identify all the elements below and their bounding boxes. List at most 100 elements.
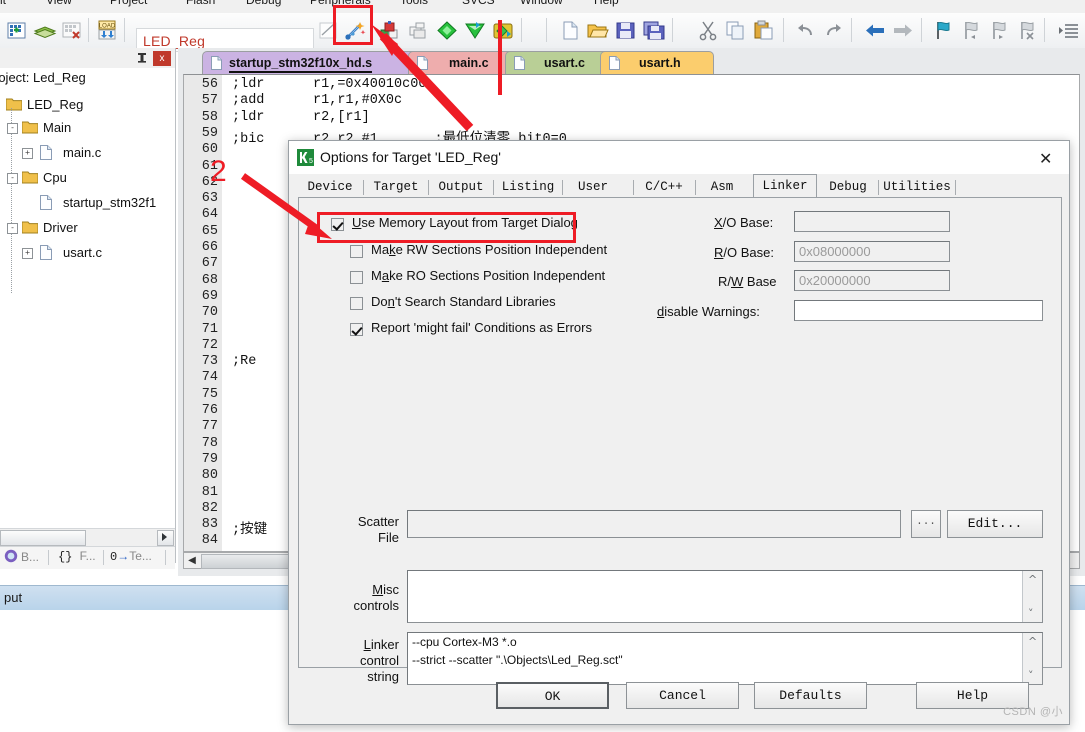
toolbar-undo-icon[interactable] — [793, 18, 819, 43]
toolbar-open-file-icon[interactable] — [585, 18, 611, 43]
chevron-down-icon[interactable]: ˅ — [1028, 607, 1034, 620]
menu-item-svcs[interactable]: SVCS — [462, 0, 495, 7]
toolbar-cut-icon[interactable] — [695, 18, 721, 43]
ro-base-input[interactable]: 0x08000000 — [794, 241, 950, 262]
tab-linker[interactable]: Linker — [753, 174, 817, 198]
menu-item-tools[interactable]: Tools — [400, 0, 428, 7]
toolbar-paste-icon[interactable] — [751, 18, 777, 43]
scatter-file-browse-button[interactable]: ... — [911, 510, 941, 538]
cancel-button[interactable]: Cancel — [626, 682, 739, 709]
tab-listing[interactable]: Listing — [495, 177, 561, 198]
tree-item-label: usart.c — [63, 245, 103, 260]
project-books-icon — [4, 549, 19, 564]
menu-item-it[interactable]: it — [0, 0, 6, 7]
checkbox-report-might-fail[interactable] — [350, 323, 363, 336]
tab-label: Device — [307, 180, 353, 194]
tree-expander[interactable]: + — [22, 248, 33, 259]
tab-asm[interactable]: Asm — [697, 177, 747, 198]
misc-controls-scrollbar[interactable]: ^ ˅ — [1022, 571, 1042, 622]
tab-target[interactable]: Target — [365, 177, 427, 198]
menu-bar[interactable]: it View Project Flash Debug Peripherals Tools S… — [0, 0, 1085, 13]
tree-expander[interactable]: + — [22, 148, 33, 159]
pin-icon[interactable] — [135, 51, 149, 65]
tab-c-cpp[interactable]: C/C++ — [635, 177, 693, 198]
toolbar-save-all-icon[interactable] — [641, 18, 667, 43]
dialog-titlebar[interactable]: 5 Options for Target 'LED_Reg' ✕ — [289, 141, 1069, 174]
checkbox-make-rw-position-independent[interactable] — [350, 245, 363, 258]
tab-label: Utilities — [883, 180, 951, 194]
toolbar-remove-target-icon[interactable] — [59, 18, 85, 43]
toolbar-forward-icon[interactable] — [890, 18, 916, 43]
toolbar-rebuild-icon[interactable] — [406, 18, 432, 43]
menu-item-window[interactable]: Window — [520, 0, 563, 7]
tab-utilities[interactable]: Utilities — [880, 177, 954, 198]
tab-debug[interactable]: Debug — [819, 177, 877, 198]
project-panel-tabstrip[interactable]: B... {} F... 0→Te... — [0, 546, 175, 569]
project-panel-close-button[interactable]: x — [153, 51, 171, 66]
tree-expander[interactable]: - — [7, 223, 18, 234]
toolbar-target-options-icon[interactable] — [462, 18, 488, 43]
panel-tab-templates[interactable]: 0→Te... — [110, 549, 152, 564]
ok-button[interactable]: OK — [496, 682, 609, 709]
checkbox-make-ro-position-independent[interactable] — [350, 271, 363, 284]
code-line[interactable]: ;add r1,r1,#0X0c — [232, 93, 402, 108]
linker-control-scrollbar[interactable]: ^ ˅ — [1022, 633, 1042, 684]
tab-device[interactable]: Device — [298, 177, 362, 198]
tree-expander[interactable]: - — [7, 123, 18, 134]
toolbar-clear-bookmarks-icon[interactable] — [1014, 18, 1040, 43]
code-line[interactable]: ;ldr r1,=0x40010c00 — [232, 77, 426, 92]
toolbar-batch-build-icon[interactable] — [434, 18, 460, 43]
dialog-tabstrip[interactable]: Device Target Output Listing User C/C++ … — [289, 174, 1069, 198]
editor-tabstrip[interactable]: startup_stm32f10x_hd.s main.c usart.c us… — [178, 48, 1085, 75]
menu-item-debug[interactable]: Debug — [246, 0, 281, 7]
xo-base-input[interactable] — [794, 211, 950, 232]
disable-warnings-input[interactable] — [794, 300, 1043, 321]
misc-controls-input[interactable]: ^ ˅ — [407, 570, 1043, 623]
toolbar-save-file-icon[interactable] — [613, 18, 639, 43]
chevron-up-icon[interactable]: ^ — [1028, 635, 1037, 648]
toolbar-new-project-icon[interactable] — [4, 18, 30, 43]
checkbox-report-might-fail-label: Report 'might fail' Conditions as Errors — [371, 320, 592, 335]
code-line[interactable]: ;按键 — [232, 517, 267, 538]
toolbar-prev-bookmark-icon[interactable] — [958, 18, 984, 43]
tab-user[interactable]: User — [564, 177, 622, 198]
menu-item-help[interactable]: Help — [594, 0, 619, 7]
toolbar-redo-icon[interactable] — [821, 18, 847, 43]
toolbar-new-file-icon[interactable] — [557, 18, 583, 43]
toolbar-load-icon[interactable]: LOAD — [94, 18, 120, 43]
toolbar-manage-project-icon[interactable] — [490, 18, 516, 43]
panel-tab-books[interactable]: B... — [4, 549, 39, 564]
tab-output[interactable]: Output — [430, 177, 492, 198]
checkbox-dont-search-standard-libraries[interactable] — [350, 297, 363, 310]
editor-tab-usart-h[interactable]: usart.h — [600, 51, 714, 75]
menu-item-flash[interactable]: Flash — [186, 0, 215, 7]
scrollbar-thumb[interactable] — [0, 530, 86, 546]
menu-item-project[interactable]: Project — [110, 0, 147, 7]
tab-divider — [103, 550, 104, 565]
toolbar-next-bookmark-icon[interactable] — [986, 18, 1012, 43]
main-toolbar[interactable]: LOAD LED_Reg — [0, 13, 1085, 52]
dialog-close-button[interactable]: ✕ — [1023, 141, 1069, 174]
toolbar-bookmark-icon[interactable] — [930, 18, 956, 43]
tree-expander[interactable]: - — [7, 173, 18, 184]
rw-base-input[interactable]: 0x20000000 — [794, 270, 950, 291]
scroll-left-arrow-icon[interactable]: ◀ — [184, 553, 200, 568]
chevron-up-icon[interactable]: ^ — [1028, 573, 1037, 586]
scatter-file-edit-button[interactable]: Edit... — [947, 510, 1043, 538]
scatter-file-input[interactable] — [407, 510, 901, 538]
code-line[interactable]: ;ldr r2,[r1] — [232, 110, 370, 125]
toolbar-indent-icon[interactable] — [1056, 18, 1082, 43]
toolbar-build-icon[interactable] — [377, 18, 403, 43]
project-panel-hscrollbar[interactable] — [0, 528, 175, 546]
panel-tab-functions[interactable]: {} F... — [58, 549, 96, 564]
toolbar-back-icon[interactable] — [862, 18, 888, 43]
scroll-right-arrow-icon[interactable] — [157, 530, 174, 546]
menu-item-view[interactable]: View — [46, 0, 72, 7]
toolbar-copy-icon[interactable] — [723, 18, 749, 43]
code-line[interactable]: ;Re — [232, 354, 256, 369]
chevron-down-icon[interactable]: ˅ — [1028, 669, 1034, 682]
defaults-button[interactable]: Defaults — [754, 682, 867, 709]
tree-item-label: Cpu — [43, 170, 67, 185]
linker-control-string-input[interactable]: --cpu Cortex-M3 *.o --strict --scatter "… — [407, 632, 1043, 685]
toolbar-books-icon[interactable] — [32, 18, 58, 43]
